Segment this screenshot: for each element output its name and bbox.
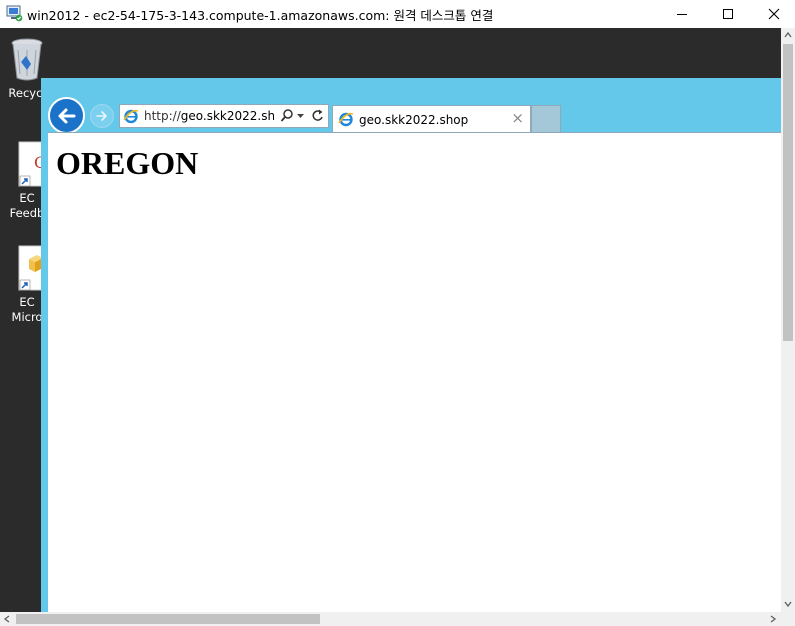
remote-desktop-icon <box>6 5 23 22</box>
vertical-scroll-thumb[interactable] <box>783 44 793 341</box>
browser-window: http://geo.skk2022.shop/ geo.skk2022.sho… <box>41 78 781 612</box>
dropdown-arrow-icon[interactable] <box>296 108 305 128</box>
scroll-up-icon[interactable] <box>784 31 792 42</box>
close-button[interactable] <box>751 0 795 28</box>
rdp-titlebar: win2012 - ec2-54-175-3-143.compute-1.ama… <box>0 0 795 28</box>
search-icon[interactable] <box>280 108 294 128</box>
remote-desktop: Recycl Q EC Feedb EC Micro <box>0 28 781 612</box>
page-heading: OREGON <box>56 145 199 181</box>
tab-title: geo.skk2022.shop <box>359 113 469 127</box>
close-icon <box>768 8 780 20</box>
address-prefix: http:// <box>144 109 181 123</box>
forward-arrow-icon <box>96 111 107 121</box>
recycle-bin-icon <box>7 34 47 84</box>
address-url[interactable]: http://geo.skk2022.shop/ <box>144 109 274 123</box>
new-tab-button[interactable] <box>531 105 561 132</box>
window-title: win2012 - ec2-54-175-3-143.compute-1.ama… <box>27 8 494 23</box>
address-host: geo.skk2022.shop <box>180 109 274 123</box>
maximize-button[interactable] <box>705 0 751 28</box>
tab-geo-skk2022[interactable]: geo.skk2022.shop × <box>332 105 531 132</box>
refresh-icon[interactable] <box>311 108 325 128</box>
horizontal-scrollbar[interactable] <box>0 612 781 626</box>
scroll-left-icon[interactable] <box>3 615 11 626</box>
back-button[interactable] <box>48 97 85 134</box>
ie-logo-icon <box>338 111 354 131</box>
scroll-right-icon[interactable] <box>769 615 777 626</box>
maximize-icon <box>723 9 733 19</box>
back-arrow-icon <box>58 108 75 123</box>
vertical-scrollbar[interactable] <box>781 28 795 612</box>
page-content: OREGON <box>48 132 781 612</box>
horizontal-scroll-thumb[interactable] <box>16 614 320 624</box>
ie-logo-icon <box>123 108 139 128</box>
scrollbar-corner <box>781 612 795 626</box>
address-bar[interactable]: http://geo.skk2022.shop/ <box>119 104 329 128</box>
minimize-icon <box>677 14 687 15</box>
minimize-button[interactable] <box>659 0 705 28</box>
scroll-down-icon[interactable] <box>784 600 792 611</box>
tab-close-icon[interactable]: × <box>511 110 524 126</box>
forward-button[interactable] <box>90 104 114 128</box>
